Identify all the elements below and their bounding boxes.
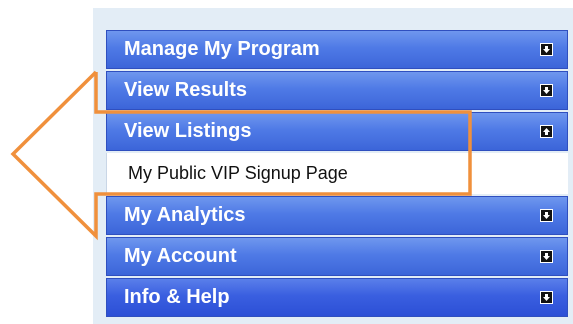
menu-item-info-and-help[interactable]: Info & Help <box>106 278 568 317</box>
menu-item-view-listings[interactable]: View Listings <box>106 112 568 151</box>
menu-item-my-analytics[interactable]: My Analytics <box>106 196 568 235</box>
menu-item-view-results[interactable]: View Results <box>106 71 568 110</box>
arrow-down-icon[interactable] <box>540 43 553 56</box>
menu-item-label: View Results <box>124 79 248 101</box>
submenu-item-label: My Public VIP Signup Page <box>128 163 348 183</box>
arrow-down-icon[interactable] <box>540 84 553 97</box>
arrow-down-icon[interactable] <box>540 209 553 222</box>
screenshot-stage: Manage My Program View Results View List… <box>0 0 573 324</box>
menu-item-label: My Account <box>124 245 237 267</box>
arrow-down-icon[interactable] <box>540 250 553 263</box>
arrow-down-icon[interactable] <box>540 291 553 304</box>
menu-item-my-account[interactable]: My Account <box>106 237 568 276</box>
menu-item-label: Manage My Program <box>124 38 320 60</box>
menu-item-label: My Analytics <box>124 204 246 226</box>
menu-item-label: View Listings <box>124 120 252 142</box>
menu-item-manage-my-program[interactable]: Manage My Program <box>106 30 568 69</box>
arrow-up-icon[interactable] <box>540 125 553 138</box>
menu-item-label: Info & Help <box>124 286 230 308</box>
submenu-item-my-public-vip-signup-page[interactable]: My Public VIP Signup Page <box>106 153 568 194</box>
accordion-menu: Manage My Program View Results View List… <box>106 30 568 319</box>
